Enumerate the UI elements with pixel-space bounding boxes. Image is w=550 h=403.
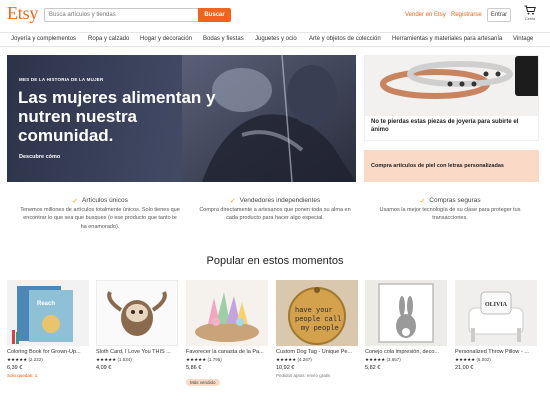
- search-input[interactable]: Busca artículos y tiendas: [44, 8, 200, 22]
- product-title: Conejo cola impresión, deco...: [365, 349, 439, 355]
- etsy-logo[interactable]: Etsy: [7, 3, 38, 24]
- product-card[interactable]: OLIVIA Personalized Throw Pillow - ... ★…: [455, 280, 537, 371]
- product-card[interactable]: Reach Coloring Book for Grown-Up... ★★★★…: [7, 280, 89, 378]
- value-secure-body: Usamos la mejor tecnología de su clase p…: [379, 207, 521, 222]
- jewelry-promo-card[interactable]: No te pierdas estas piezas de joyería pa…: [364, 55, 539, 141]
- product-stock-note: Solo quedan: 1: [7, 373, 38, 378]
- jewelry-promo-text: No te pierdas estas piezas de joyería pa…: [371, 119, 519, 133]
- bestseller-badge: Más vendido: [186, 379, 220, 386]
- cart-icon: [524, 5, 536, 15]
- nav-item-home[interactable]: Hogar y decoración: [140, 36, 192, 42]
- product-price: 5,86 €: [186, 365, 202, 371]
- nav-item-clothing[interactable]: Ropa y calzado: [88, 36, 129, 42]
- hero-discover-link[interactable]: Descubre cómo: [19, 154, 60, 160]
- nav-item-art[interactable]: Arte y objetos de colección: [309, 36, 381, 42]
- value-unique: ✓ Artículos únicos Tenemos millones de ar…: [20, 196, 180, 231]
- nav-item-craft-supplies[interactable]: Herramientas y materiales para artesanía: [392, 36, 502, 42]
- value-props: ✓ Artículos únicos Tenemos millones de ar…: [0, 196, 550, 241]
- product-image: [365, 280, 447, 346]
- nav-item-vintage[interactable]: Vintage: [513, 36, 533, 42]
- product-title: Sloth Card, I Love You THIS ...: [96, 349, 171, 355]
- hero-banner[interactable]: MES DE LA HISTORIA DE LA MUJER Las mujer…: [7, 55, 356, 182]
- value-unique-body: Tenemos millones de artículos totalmente…: [20, 207, 180, 230]
- value-secure: ✓ Compras seguras Usamos la mejor tecnolo…: [370, 196, 530, 223]
- hero-title: Las mujeres alimentan y nutren nuestra c…: [18, 88, 216, 145]
- sell-on-etsy-link[interactable]: Vender en Etsy: [405, 12, 446, 18]
- product-card[interactable]: Favorecer la canasta de la Pa... ★★★★★ (…: [186, 280, 268, 389]
- check-icon: ✓: [229, 197, 236, 205]
- check-icon: ✓: [419, 197, 426, 205]
- search-button[interactable]: Buscar: [198, 8, 231, 22]
- product-image: [96, 280, 178, 346]
- product-price: 6,39 €: [7, 365, 23, 371]
- leather-promo-text: Compra artículos de piel con letras pers…: [371, 163, 504, 169]
- product-title: Personalized Throw Pillow - ...: [455, 349, 529, 355]
- popular-section-title: Popular en estos momentos: [206, 255, 344, 267]
- svg-text:my people: my people: [301, 325, 339, 333]
- product-price: 4,09 €: [96, 365, 112, 371]
- svg-text:have your: have your: [295, 307, 333, 315]
- svg-text:OLIVIA: OLIVIA: [485, 302, 508, 308]
- star-icon: ★★★★★: [7, 357, 28, 362]
- product-card[interactable]: Sloth Card, I Love You THIS ... ★★★★★ (1…: [96, 280, 178, 371]
- star-icon: ★★★★★: [455, 357, 476, 362]
- product-image: OLIVIA: [455, 280, 537, 346]
- star-icon: ★★★★★: [365, 357, 386, 362]
- value-sellers-title: Vendedores independientes: [239, 197, 321, 204]
- product-rating: ★★★★★ (6.002): [455, 357, 491, 362]
- star-icon: ★★★★★: [96, 357, 117, 362]
- product-rating: ★★★★★ (2.222): [7, 357, 43, 362]
- header: Etsy Busca artículos y tiendas Buscar Ve…: [0, 0, 550, 32]
- product-rating: ★★★★★ (1.795): [186, 357, 222, 362]
- product-price: 5,82 €: [365, 365, 381, 371]
- product-image: [186, 280, 268, 346]
- check-icon: ✓: [72, 197, 78, 205]
- product-rating: ★★★★★ (1.534): [96, 357, 132, 362]
- leather-promo-card[interactable]: Compra artículos de piel con letras pers…: [364, 150, 539, 182]
- product-card[interactable]: have your people call my people Custom D…: [276, 280, 358, 378]
- nav-item-toys[interactable]: Juguetes y ocio: [255, 36, 297, 42]
- value-sellers-body: Compra directamente a artesanos que pone…: [199, 207, 351, 222]
- product-shipping-note: Pedidos aptos: envío gratis: [276, 373, 331, 378]
- product-price: 21,00 €: [455, 365, 474, 371]
- value-sellers: ✓ Vendedores independientes Compra direct…: [195, 196, 355, 223]
- star-icon: ★★★★★: [276, 357, 297, 362]
- svg-text:people call: people call: [295, 316, 341, 324]
- signin-button[interactable]: Entrar: [487, 8, 511, 22]
- category-nav: Joyería y complementos Ropa y calzado Ho…: [0, 32, 550, 47]
- product-rating: ★★★★★ (3.657): [365, 357, 401, 362]
- product-title: Favorecer la canasta de la Pa...: [186, 349, 264, 355]
- nav-item-jewelry[interactable]: Joyería y complementos: [11, 36, 76, 42]
- product-image: Reach: [7, 280, 89, 346]
- product-rating: ★★★★★ (4.287): [276, 357, 312, 362]
- register-link[interactable]: Registrarse: [451, 12, 482, 18]
- value-unique-title: Artículos únicos: [81, 197, 128, 204]
- hero-kicker: MES DE LA HISTORIA DE LA MUJER: [19, 77, 104, 82]
- product-price: 10,92 €: [276, 365, 295, 371]
- product-image: have your people call my people: [276, 280, 358, 346]
- star-icon: ★★★★★: [186, 357, 207, 362]
- nav-item-weddings[interactable]: Bodas y fiestas: [203, 36, 244, 42]
- cart-label: Cesta: [524, 16, 536, 21]
- cart-button[interactable]: Cesta: [520, 5, 540, 21]
- value-secure-title: Compras seguras: [429, 197, 481, 204]
- product-title: Coloring Book for Grown-Up...: [7, 349, 81, 355]
- product-title: Custom Dog Tag - Unique Pe...: [276, 349, 353, 355]
- svg-text:Reach: Reach: [37, 301, 55, 307]
- product-card[interactable]: Conejo cola impresión, deco... ★★★★★ (3.…: [365, 280, 447, 371]
